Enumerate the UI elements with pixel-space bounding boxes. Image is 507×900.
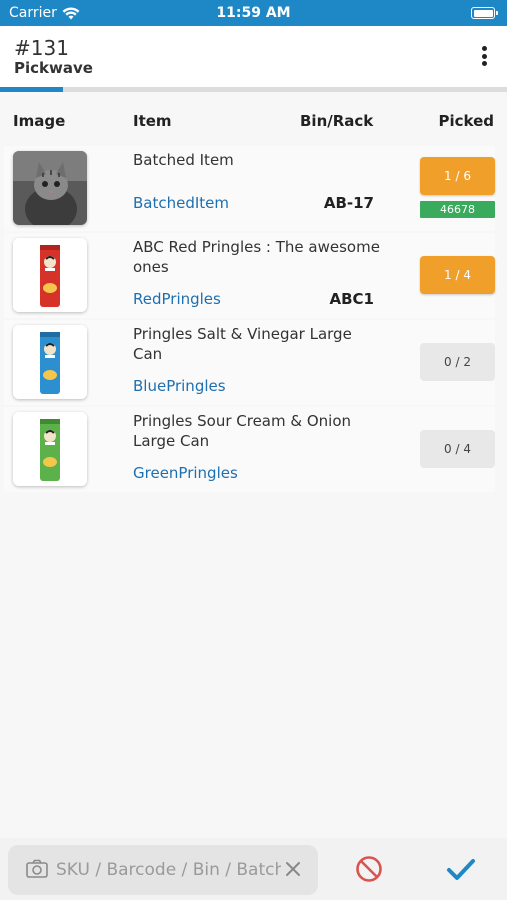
item-image [13,238,87,312]
column-header-image: Image [13,112,66,130]
status-bar: Carrier 11:59 AM [0,0,507,26]
column-header-bin: Bin/Rack [300,112,374,130]
checkmark-icon[interactable] [446,857,476,881]
item-bin: ABC1 [329,290,375,308]
table-row[interactable]: Pringles Sour Cream & Onion Large Can Gr… [0,407,507,492]
status-time: 11:59 AM [216,5,291,21]
item-sku-link[interactable]: BatchedItem [133,194,229,212]
item-name: ABC Red Pringles : The awesome ones [133,238,380,276]
pick-progress-fill [0,87,64,92]
table-row[interactable]: ABC Red Pringles : The awesome ones RedP… [0,233,507,318]
item-sku-link[interactable]: BluePringles [133,377,226,395]
item-image [13,151,87,225]
nav-header: #131 Pickwave [0,26,507,87]
item-bin: AB-17 [323,194,374,212]
item-sku-link[interactable]: RedPringles [133,290,221,308]
camera-icon[interactable] [26,859,48,879]
column-header-picked: Picked [438,112,494,130]
item-name: Pringles Salt & Vinegar Large Can [133,325,352,363]
column-header-item: Item [133,112,172,130]
table-row[interactable]: Pringles Salt & Vinegar Large Can BluePr… [0,320,507,405]
pickwave-number: #131 [14,36,69,60]
item-name: Pringles Sour Cream & Onion Large Can [133,412,352,450]
pick-progress-bar [0,87,507,92]
table-row[interactable]: Batched Item BatchedItem AB-17 1 / 6 466… [0,146,507,231]
item-name: Batched Item [133,151,234,169]
close-icon[interactable] [284,860,302,878]
search-input[interactable] [56,853,281,887]
search-box[interactable] [8,845,318,895]
bottom-toolbar [0,838,507,900]
item-sku-link[interactable]: GreenPringles [133,464,238,482]
picked-count-button[interactable]: 0 / 2 [420,343,495,381]
table-header: Image Item Bin/Rack Picked [0,112,507,136]
item-image [13,412,87,486]
cancel-icon[interactable] [355,855,383,883]
picked-count-button[interactable]: 1 / 6 [420,157,495,195]
item-image [13,325,87,399]
battery-icon [471,7,498,19]
batch-number-badge: 46678 [420,201,495,218]
picked-count-button[interactable]: 0 / 4 [420,430,495,468]
more-vertical-icon[interactable] [481,46,487,66]
page-title: Pickwave [14,59,93,77]
picked-count-button[interactable]: 1 / 4 [420,256,495,294]
